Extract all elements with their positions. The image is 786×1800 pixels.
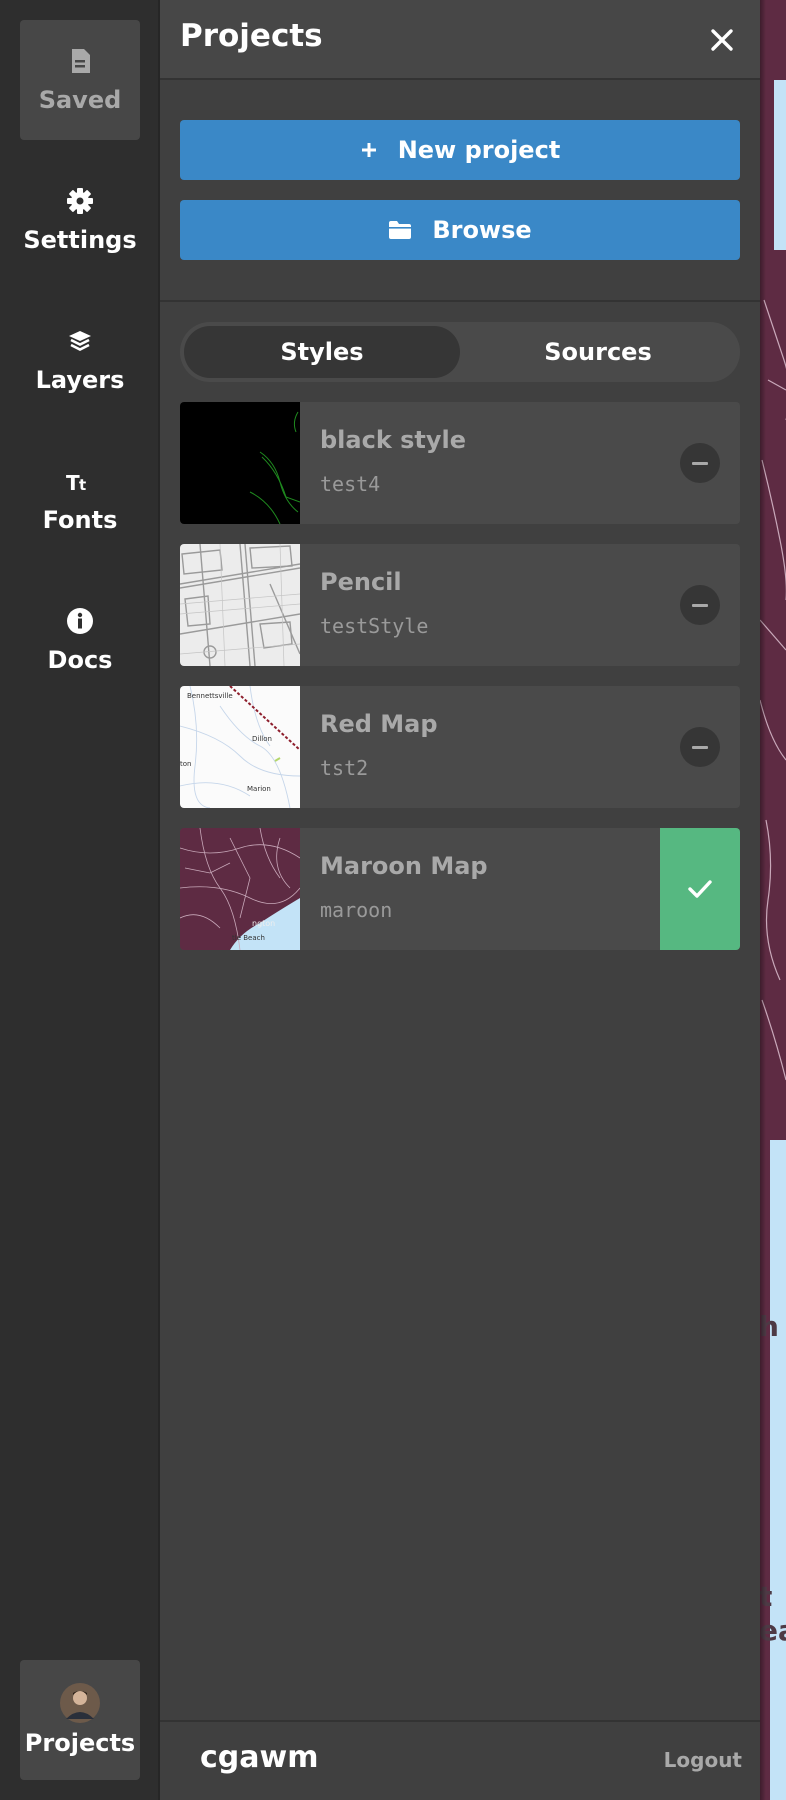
layers-icon bbox=[69, 331, 91, 351]
sidebar-item-fonts[interactable]: T t Fonts bbox=[20, 440, 140, 560]
checkmark-icon bbox=[688, 880, 712, 898]
remove-style-button[interactable] bbox=[680, 585, 720, 625]
map-label: ngton bbox=[252, 919, 275, 928]
svg-text:t: t bbox=[79, 476, 86, 494]
selected-style-indicator[interactable] bbox=[660, 828, 740, 950]
styles-sources-toggle: Styles Sources bbox=[180, 322, 740, 382]
minus-icon bbox=[692, 603, 708, 607]
divider bbox=[160, 300, 760, 302]
style-name: black style bbox=[320, 426, 467, 454]
sidebar-item-label: Fonts bbox=[42, 506, 118, 534]
style-name: Maroon Map bbox=[320, 852, 488, 880]
style-card-red-map[interactable]: Bennettsville Dillon Marion ton Red Map … bbox=[180, 686, 740, 808]
tab-sources[interactable]: Sources bbox=[460, 326, 736, 378]
style-id: testStyle bbox=[320, 614, 429, 638]
new-project-button[interactable]: New project bbox=[180, 120, 740, 180]
sidebar-item-layers[interactable]: Layers bbox=[20, 300, 140, 420]
panel-header: Projects bbox=[160, 0, 760, 80]
map-label: tle Beach bbox=[232, 934, 265, 942]
map-label: ton bbox=[180, 760, 191, 768]
remove-style-button[interactable] bbox=[680, 443, 720, 483]
sidebar-item-settings[interactable]: Settings bbox=[20, 160, 140, 280]
close-button[interactable] bbox=[702, 20, 742, 60]
sidebar-item-docs[interactable]: Docs bbox=[20, 580, 140, 700]
new-project-label: New project bbox=[397, 136, 561, 164]
style-id: tst2 bbox=[320, 756, 369, 780]
panel-shadow bbox=[760, 0, 766, 1800]
black-map-thumbnail bbox=[180, 402, 300, 524]
svg-text:T: T bbox=[66, 471, 80, 495]
remove-style-button[interactable] bbox=[680, 727, 720, 767]
projects-panel: Projects New project Browse Styles Sourc… bbox=[160, 0, 760, 1800]
minus-icon bbox=[692, 745, 708, 749]
sidebar-item-label: Layers bbox=[35, 366, 125, 394]
sidebar-item-label: Saved bbox=[38, 86, 122, 114]
plus-icon bbox=[360, 141, 378, 159]
style-id: test4 bbox=[320, 472, 381, 496]
style-card-maroon-map[interactable]: ngton tle Beach Maroon Map maroon bbox=[180, 828, 740, 950]
sidebar-item-label: Projects bbox=[24, 1729, 136, 1757]
map-label: Dillon bbox=[252, 735, 272, 743]
minus-icon bbox=[692, 461, 708, 465]
pencil-map-thumbnail bbox=[180, 544, 300, 666]
browse-label: Browse bbox=[432, 216, 532, 244]
sidebar-item-saved[interactable]: Saved bbox=[20, 20, 140, 140]
maroon-map-thumbnail: ngton tle Beach bbox=[180, 828, 300, 950]
sidebar: Saved Settings Layers T t Fonts Docs Pro… bbox=[0, 0, 160, 1800]
document-icon bbox=[72, 49, 90, 73]
logout-button[interactable]: Logout bbox=[664, 1748, 742, 1772]
sidebar-item-label: Docs bbox=[47, 646, 113, 674]
style-card-black-style[interactable]: black style test4 bbox=[180, 402, 740, 524]
tab-styles[interactable]: Styles bbox=[184, 326, 460, 378]
map-label: Marion bbox=[247, 785, 271, 793]
username: cgawm bbox=[200, 1740, 319, 1775]
style-name: Red Map bbox=[320, 710, 438, 738]
map-label: Bennettsville bbox=[187, 692, 233, 700]
folder-icon bbox=[388, 220, 412, 240]
sidebar-item-label: Settings bbox=[23, 226, 137, 254]
style-card-pencil[interactable]: Pencil testStyle bbox=[180, 544, 740, 666]
style-id: maroon bbox=[320, 898, 393, 922]
panel-footer: cgawm Logout bbox=[160, 1720, 760, 1800]
close-icon bbox=[711, 29, 733, 51]
sidebar-item-projects[interactable]: Projects bbox=[20, 1660, 140, 1780]
info-icon bbox=[67, 608, 93, 634]
style-name: Pencil bbox=[320, 568, 402, 596]
avatar bbox=[60, 1683, 100, 1723]
red-map-thumbnail: Bennettsville Dillon Marion ton bbox=[180, 686, 300, 808]
gear-icon bbox=[67, 188, 93, 214]
page-title: Projects bbox=[180, 18, 323, 54]
browse-button[interactable]: Browse bbox=[180, 200, 740, 260]
text-size-icon: T t bbox=[66, 471, 86, 495]
